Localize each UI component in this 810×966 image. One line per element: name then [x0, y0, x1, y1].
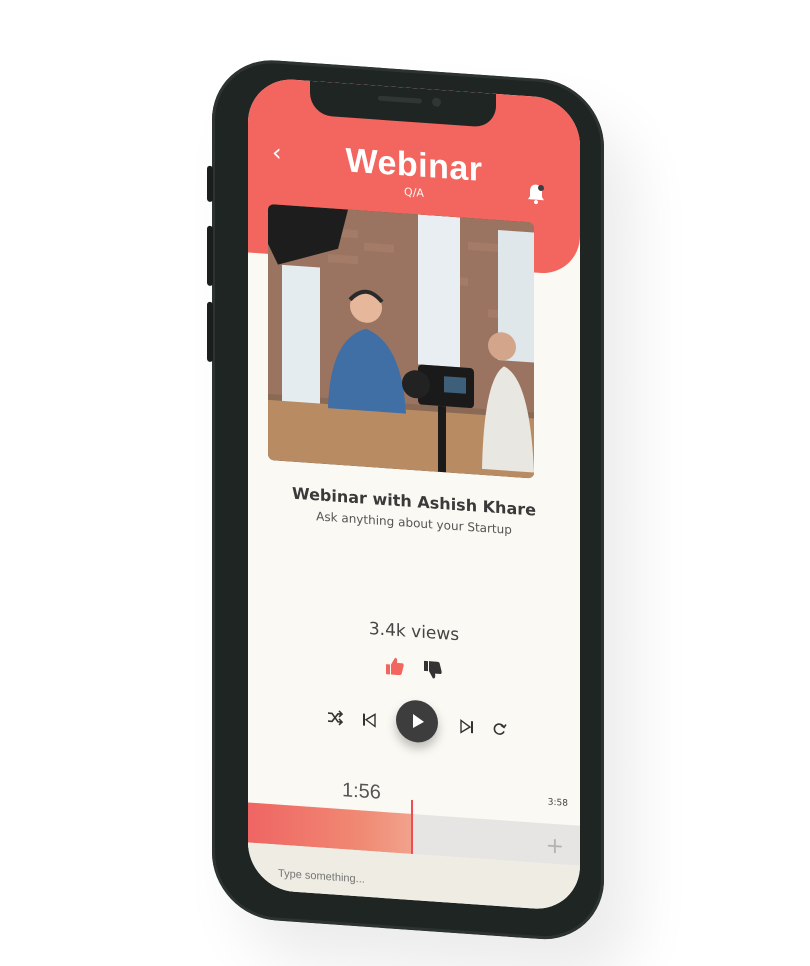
- player-controls: [248, 689, 580, 756]
- current-time: 1:56: [342, 779, 381, 804]
- thumbs-up-icon[interactable]: [385, 656, 405, 677]
- podcast-scene-image: [268, 203, 534, 479]
- message-input[interactable]: [276, 866, 422, 891]
- phone-frame: ‹ Webinar Q/A Webinar with Ashish Khare …: [207, 56, 604, 944]
- total-time: 3:58: [547, 797, 568, 809]
- previous-icon[interactable]: [360, 710, 378, 729]
- plus-icon[interactable]: +: [546, 833, 564, 859]
- play-icon: [413, 714, 424, 729]
- shuffle-icon[interactable]: [326, 708, 344, 727]
- repeat-icon[interactable]: [490, 719, 508, 738]
- next-icon[interactable]: [458, 717, 476, 736]
- front-camera: [432, 97, 441, 108]
- view-count: 3.4k views: [368, 618, 460, 646]
- bell-icon[interactable]: [526, 182, 546, 205]
- earpiece-speaker: [378, 95, 422, 104]
- volume-up-button: [207, 225, 213, 287]
- reaction-buttons: [248, 647, 580, 694]
- thumbs-down-icon[interactable]: [423, 659, 443, 680]
- video-thumbnail[interactable]: [268, 203, 534, 479]
- progress-handle[interactable]: [410, 799, 413, 855]
- mute-switch: [207, 165, 213, 203]
- phone-screen: ‹ Webinar Q/A Webinar with Ashish Khare …: [248, 76, 580, 912]
- play-button[interactable]: [396, 698, 438, 744]
- volume-down-button: [207, 301, 213, 363]
